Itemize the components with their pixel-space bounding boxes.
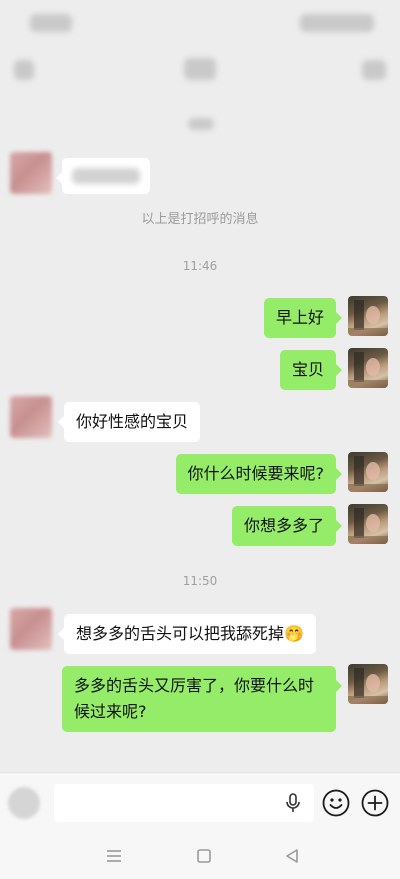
message-bubble-blurred [56,158,150,194]
status-icons-blurred [300,14,374,32]
back-icon[interactable] [14,60,34,80]
menu-icon[interactable] [104,846,124,866]
microphone-icon[interactable] [282,792,304,814]
message-bubble-outgoing: 你什么时候要来呢? [175,454,342,494]
message-time: 11:46 [182,259,218,273]
back-triangle-icon[interactable] [282,846,302,866]
message-bubble-outgoing: 宝贝 [279,350,343,390]
contact-name-blurred [184,58,216,80]
message-time: 11:50 [182,574,218,588]
greeting-notice: 以上是打招呼的消息 [141,212,259,227]
plus-icon[interactable] [360,788,390,818]
system-navigation-bar [0,832,400,879]
more-options-icon[interactable] [362,60,386,80]
message-bubble-incoming: 你好性感的宝贝 [57,402,201,442]
message-input[interactable] [54,784,314,822]
chat-message-list[interactable]: 以上是打招呼的消息 11:46 早上好 宝贝 你好性感的宝贝 你什么时候要来呢?… [0,96,400,772]
home-square-icon[interactable] [194,846,214,866]
message-bubble-outgoing: 早上好 [263,298,343,338]
timestamp-blurred [188,118,214,130]
contact-avatar[interactable] [10,152,52,194]
user-avatar[interactable] [348,348,388,388]
status-time-blurred [30,14,72,32]
message-bubble-incoming: 想多多的舌头可以把我舔死掉🤭 [58,614,316,654]
user-avatar[interactable] [348,452,388,492]
contact-avatar[interactable] [10,608,52,650]
emoji-icon[interactable] [321,788,351,818]
message-bubble-outgoing: 多多的舌头又厉害了，你要什么时候过来呢? [62,666,342,732]
message-input-bar [0,772,400,832]
user-avatar[interactable] [348,296,388,336]
user-avatar[interactable] [348,664,388,704]
status-bar [0,0,400,44]
message-bubble-outgoing: 你想多多了 [231,506,343,546]
chat-header [0,44,400,96]
contact-avatar[interactable] [10,396,52,438]
user-avatar[interactable] [348,504,388,544]
voice-toggle-button[interactable] [8,787,40,819]
